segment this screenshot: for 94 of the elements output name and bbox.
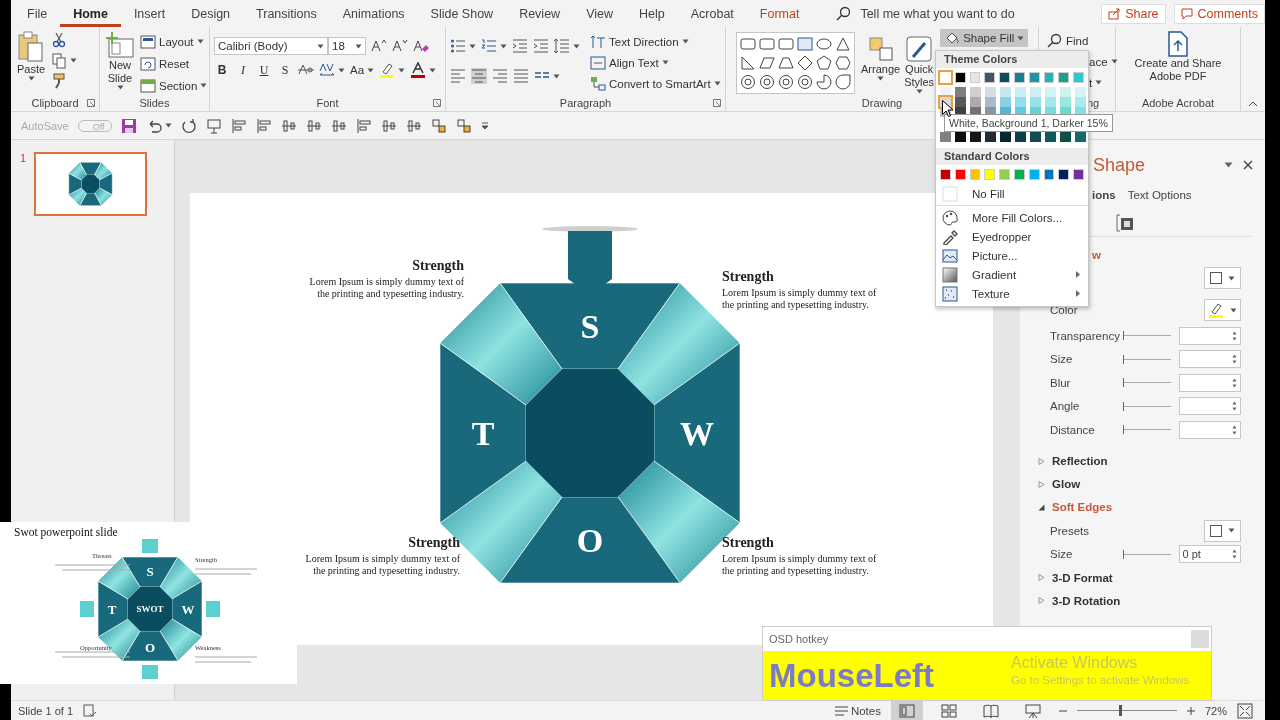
pane-title: Shape (1093, 154, 1147, 176)
new-slide-button[interactable]: New Slide (104, 29, 136, 92)
comments-button[interactable]: Comments (1173, 3, 1265, 24)
text-heading: Strength (411, 258, 464, 274)
menu-item[interactable]: Texture (936, 284, 1088, 303)
font-name-field[interactable]: Calibri (Body) (214, 37, 328, 55)
diagram-letter: W (181, 601, 195, 617)
ribbon-tab[interactable]: Review (506, 0, 574, 27)
zoom-percent[interactable]: 72% (1204, 704, 1227, 717)
text-style-button[interactable]: B (214, 63, 230, 77)
ribbon-tab[interactable]: View (573, 0, 626, 27)
share-button[interactable]: Share (1101, 3, 1166, 24)
ribbon-tab[interactable]: Format (746, 0, 813, 27)
paste-button[interactable]: Paste (15, 29, 48, 83)
ribbon-tab[interactable]: Slide Show (417, 0, 507, 27)
osd-title: OSD hotkey (769, 633, 829, 645)
section-heading[interactable]: 3-D Rotation (1052, 594, 1121, 607)
property-label: Size (1050, 548, 1074, 561)
property-label: Presets (1050, 524, 1090, 537)
tooltip: White, Background 1, Darker 15% (944, 114, 1113, 132)
create-pdf-button[interactable]: Create and Share Adobe PDF (1125, 29, 1231, 85)
font-size-field[interactable]: 18 (328, 37, 366, 55)
section-heading[interactable]: Soft Edges (1052, 501, 1113, 513)
menu-heading: Theme Colors (936, 51, 1088, 68)
diagram-letter: O (144, 639, 156, 655)
key-name: MouseLeft (769, 656, 934, 695)
text-style-button[interactable]: U (256, 62, 272, 78)
group-label: Paragraph (559, 97, 612, 109)
section-heading[interactable]: w (1092, 248, 1101, 261)
section-heading[interactable]: Reflection (1052, 455, 1108, 467)
diagram-letter: S (580, 307, 600, 345)
ribbon-tab[interactable]: Transitions (243, 0, 330, 27)
diagram-letter: W (680, 414, 714, 452)
ribbon-tab[interactable]: Acrobat (677, 0, 747, 27)
text-direction-button[interactable]: Text Direction (590, 32, 721, 51)
property-label: Transparency (1050, 329, 1121, 342)
shape-fill-button[interactable]: Shape Fill (940, 29, 1029, 47)
section-button[interactable]: Section (140, 76, 208, 95)
menu-heading: Standard Colors (936, 148, 1088, 165)
property-label: Distance (1050, 423, 1096, 436)
text-heading: Strength (722, 269, 775, 285)
group-label: Adobe Acrobat (1141, 97, 1215, 109)
body-text: Lorem Ipsum is simply dummy text of the printing and typesetting industry. (722, 287, 878, 311)
section-heading[interactable]: 3-D Format (1052, 571, 1113, 584)
text-heading: Strength (407, 535, 460, 551)
activation-title: Activate Windows (1011, 654, 1139, 672)
ribbon-tab[interactable]: Help (626, 0, 678, 27)
change-case-button[interactable]: Aa (350, 60, 375, 80)
ribbon-tab[interactable]: Design (178, 0, 244, 27)
group-label: Clipboard (31, 97, 79, 109)
diagram-letter: S (146, 563, 154, 579)
text-style-button[interactable]: S (277, 62, 293, 78)
diagram-letter: T (107, 601, 117, 617)
body-text: Lorem Ipsum is simply dummy text of the printing and typesetting industry. (308, 276, 464, 300)
section-heading[interactable]: Glow (1052, 478, 1081, 490)
quick-styles-button[interactable]: Quick Styles (902, 29, 937, 94)
group-label: Drawing (861, 97, 903, 109)
diagram-letter: T (471, 414, 495, 452)
ribbon-tab[interactable]: Home (60, 0, 121, 27)
convert-to-smartart-button[interactable]: Convert to SmartArt (590, 74, 721, 93)
notes-button[interactable]: Notes (833, 701, 881, 720)
activation-text: Go to Settings to activate Windows (1011, 674, 1190, 686)
pane-tab[interactable]: ions (1092, 189, 1116, 201)
property-label: Size (1050, 353, 1074, 366)
center-label: SWOT (136, 604, 164, 614)
property-label: Angle (1050, 400, 1081, 413)
body-text: Lorem Ipsum is simply dummy text of the printing and typesetting industry. (722, 553, 878, 577)
arrange-button[interactable]: Arrange (859, 29, 903, 83)
find-button[interactable]: Find (1047, 31, 1089, 50)
pane-tab[interactable]: Text Options (1127, 189, 1192, 201)
property-label: Blur (1050, 376, 1072, 389)
preview-title: Swot powerpoint slide (14, 526, 118, 538)
ribbon-tab[interactable]: Animations (329, 0, 418, 27)
align-text-button[interactable]: Align Text (590, 53, 721, 72)
menu-item[interactable]: Eyedropper (936, 227, 1088, 246)
text-heading: Strength (722, 535, 775, 551)
layout-button[interactable]: Layout (140, 32, 208, 51)
menu-item[interactable]: Picture... (936, 246, 1088, 265)
ribbon-tab[interactable]: File (14, 0, 61, 27)
ribbon-tab[interactable]: Insert (120, 0, 179, 27)
slide-counter: Slide 1 of 1 (18, 704, 74, 717)
menu-item[interactable]: No Fill (936, 184, 1088, 203)
autosave-label: AutoSave (21, 119, 69, 132)
tell-me-search-field[interactable]: Tell me what you want to do (858, 4, 1033, 23)
menu-item[interactable]: Gradient (936, 265, 1088, 284)
menu-item[interactable]: More Fill Colors... (936, 208, 1088, 227)
body-text: Lorem Ipsum is simply dummy text of the printing and typesetting industry. (304, 553, 460, 577)
text-style-button[interactable]: I (235, 62, 251, 78)
group-label: Slides (139, 97, 170, 109)
diagram-letter: O (576, 521, 604, 559)
group-label: Font (316, 97, 339, 109)
spin-field[interactable]: 0 pt (1178, 545, 1241, 564)
reset-button[interactable]: Reset (140, 54, 208, 73)
slide-number: 1 (20, 152, 27, 164)
